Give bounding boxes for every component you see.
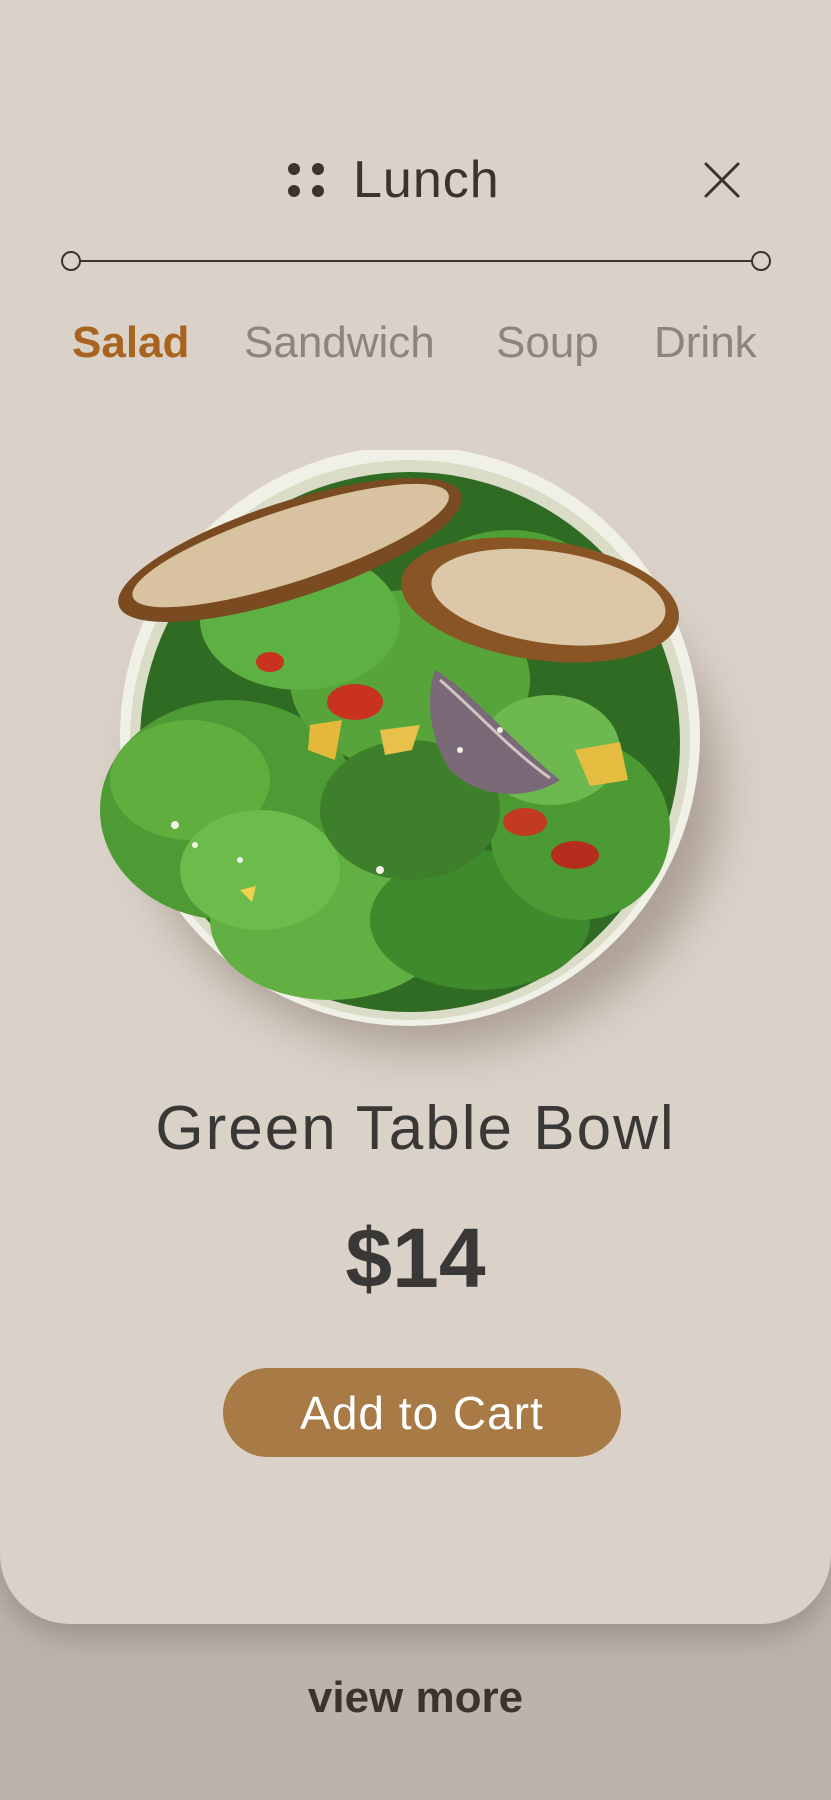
title-group: Lunch xyxy=(285,150,500,210)
salad-bowl-image xyxy=(100,450,700,1026)
tab-drink[interactable]: Drink xyxy=(654,318,757,368)
close-button[interactable] xyxy=(700,158,744,202)
add-to-cart-button[interactable]: Add to Cart xyxy=(223,1368,621,1457)
page-title: Lunch xyxy=(353,151,500,209)
header: Lunch xyxy=(0,140,831,220)
product-image xyxy=(80,450,720,1050)
tab-sandwich[interactable]: Sandwich xyxy=(244,318,435,368)
product-name: Green Table Bowl xyxy=(155,1094,676,1163)
dot xyxy=(288,163,300,175)
category-tabs: Salad Sandwich Soup Drink xyxy=(0,318,831,378)
range-slider[interactable] xyxy=(61,249,771,273)
slider-track xyxy=(71,260,761,262)
product-card: Lunch Salad Sandwich Soup Drink Green Ta… xyxy=(0,0,831,1624)
grid-dots-icon[interactable] xyxy=(285,159,327,201)
slider-handle-right[interactable] xyxy=(751,251,771,271)
dot xyxy=(288,185,300,197)
slider-handle-left[interactable] xyxy=(61,251,81,271)
dot xyxy=(312,185,324,197)
view-more-link[interactable]: view more xyxy=(0,1673,831,1723)
close-icon xyxy=(704,162,740,198)
tab-salad[interactable]: Salad xyxy=(72,318,189,368)
tab-soup[interactable]: Soup xyxy=(496,318,599,368)
product-price: $14 xyxy=(345,1211,486,1305)
dot xyxy=(312,163,324,175)
